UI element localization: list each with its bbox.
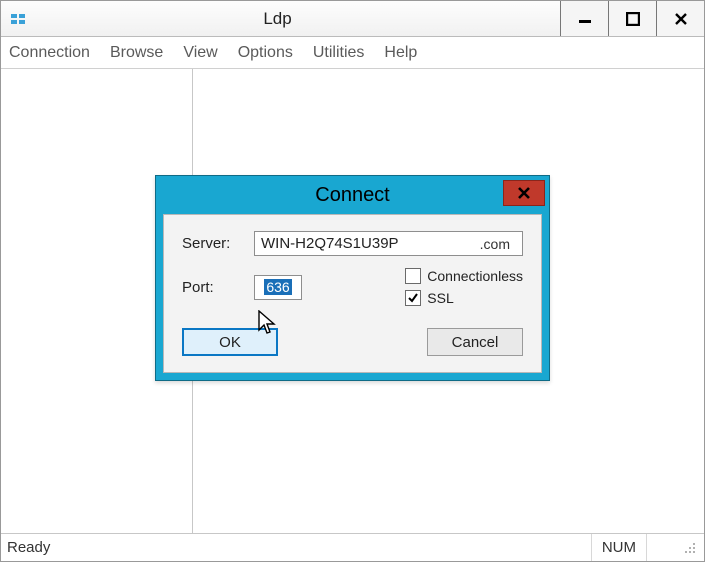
ok-button[interactable]: OK [182,328,278,356]
checkmark-icon [407,292,419,304]
checkbox-icon [405,268,421,284]
connect-dialog: Connect Server: WIN-H2Q74S1U39P .com Por… [155,175,550,381]
connectionless-checkbox[interactable]: Connectionless [405,268,523,284]
menu-browse[interactable]: Browse [110,44,163,62]
port-label: Port: [182,279,254,296]
ssl-label: SSL [427,290,453,306]
connectionless-label: Connectionless [427,268,523,284]
status-text: Ready [7,539,591,556]
server-value: WIN-H2Q74S1U39P [261,235,399,252]
dialog-body: Server: WIN-H2Q74S1U39P .com Port: 636 C… [163,214,542,373]
close-button[interactable] [656,1,704,36]
port-input[interactable]: 636 [254,275,302,300]
minimize-button[interactable] [560,1,608,36]
checkbox-icon [405,290,421,306]
ok-label: OK [219,334,241,351]
maximize-button[interactable] [608,1,656,36]
app-icon [9,10,27,28]
menu-help[interactable]: Help [384,44,417,62]
resize-grip-icon[interactable] [682,540,698,556]
menu-connection[interactable]: Connection [9,44,90,62]
cancel-label: Cancel [452,334,499,351]
server-input[interactable]: WIN-H2Q74S1U39P .com [254,231,523,256]
window-title: Ldp [1,9,554,29]
server-suffix: .com [480,236,510,252]
menubar: Connection Browse View Options Utilities… [1,37,704,69]
port-value: 636 [264,279,291,295]
server-label: Server: [182,235,254,252]
ssl-checkbox[interactable]: SSL [405,290,523,306]
statusbar: Ready NUM [1,533,704,561]
menu-options[interactable]: Options [238,44,293,62]
cancel-button[interactable]: Cancel [427,328,523,356]
dialog-title: Connect [156,184,549,207]
status-num: NUM [591,534,646,561]
dialog-close-button[interactable] [503,180,545,206]
menu-utilities[interactable]: Utilities [313,44,365,62]
dialog-titlebar: Connect [156,176,549,214]
close-icon [517,186,531,200]
menu-view[interactable]: View [183,44,217,62]
titlebar: Ldp [1,1,704,37]
window-controls [560,1,704,36]
status-cell [646,534,682,561]
